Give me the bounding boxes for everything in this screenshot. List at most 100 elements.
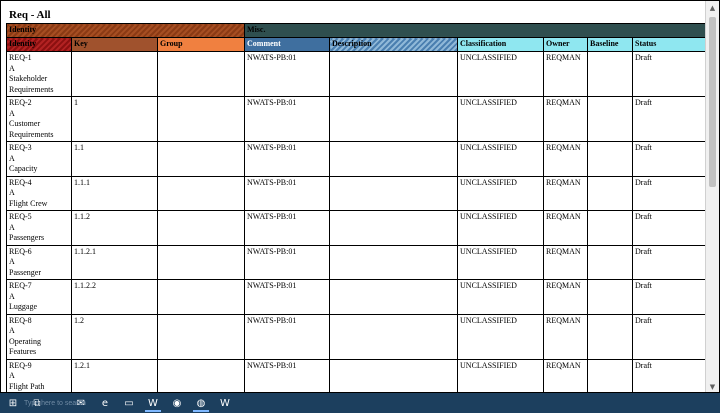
cell-owner[interactable]: REQMAN: [543, 210, 589, 246]
cell-key[interactable]: 1.2.1: [71, 358, 158, 392]
cell-baseline[interactable]: [587, 141, 634, 177]
cell-owner[interactable]: REQMAN: [543, 175, 589, 211]
media-player-icon[interactable]: ◉: [166, 394, 188, 412]
cell-group[interactable]: [156, 279, 246, 315]
cell-owner[interactable]: REQMAN: [543, 279, 589, 315]
cell-key[interactable]: 1.2: [71, 313, 158, 360]
cell-baseline[interactable]: [587, 51, 634, 97]
cell-baseline[interactable]: [587, 358, 634, 392]
cell-baseline[interactable]: [587, 175, 634, 211]
col-header-description[interactable]: Description: [329, 37, 459, 52]
cell-identity[interactable]: REQ-1 A Stakeholder Requirements: [6, 51, 72, 97]
cell-key[interactable]: 1.1.1: [71, 175, 158, 211]
col-header-identity[interactable]: Identity: [6, 37, 72, 52]
table-row[interactable]: REQ-9 A Flight Path 1.2.1 NWATS-PB:01 UNCLASS…: [6, 358, 705, 392]
cell-description[interactable]: [329, 358, 459, 392]
table-row[interactable]: REQ-3 A Capacity 1.1 NWATS-PB:01 UNCLASSIFIED…: [6, 141, 705, 177]
cell-identity[interactable]: REQ-9 A Flight Path: [6, 358, 72, 392]
cell-comment[interactable]: NWATS-PB:01: [244, 279, 331, 315]
cell-status[interactable]: Draft: [632, 175, 705, 211]
cell-identity[interactable]: REQ-8 A Operating Features: [6, 313, 72, 360]
cell-owner[interactable]: REQMAN: [543, 96, 589, 142]
cell-group[interactable]: [156, 175, 246, 211]
cell-classification[interactable]: UNCLASSIFIED: [457, 210, 545, 246]
cell-baseline[interactable]: [587, 313, 634, 360]
cell-status[interactable]: Draft: [632, 358, 705, 392]
edge-browser-icon[interactable]: e: [94, 394, 116, 412]
cell-comment[interactable]: NWATS-PB:01: [244, 358, 331, 392]
table-row[interactable]: REQ-5 A Passengers 1.1.2 NWATS-PB:01 UNCLASSI…: [6, 210, 705, 246]
firefox-icon[interactable]: ◍: [190, 394, 212, 412]
cell-comment[interactable]: NWATS-PB:01: [244, 313, 331, 360]
cell-description[interactable]: [329, 313, 459, 360]
cell-classification[interactable]: UNCLASSIFIED: [457, 175, 545, 211]
table-row[interactable]: REQ-4 A Flight Crew 1.1.1 NWATS-PB:01 UNCLASS…: [6, 175, 705, 211]
table-row[interactable]: REQ-6 A Passenger 1.1.2.1 NWATS-PB:01 UNCLASS…: [6, 244, 705, 280]
cell-group[interactable]: [156, 141, 246, 177]
table-row[interactable]: REQ-8 A Operating Features 1.2 NWATS-PB:01 UN…: [6, 313, 705, 360]
cell-description[interactable]: [329, 244, 459, 280]
scroll-down-arrow-icon[interactable]: ▼: [706, 380, 719, 392]
cell-group[interactable]: [156, 313, 246, 360]
table-row[interactable]: REQ-1 A Stakeholder Requirements NWATS-PB:0…: [6, 51, 705, 97]
cell-owner[interactable]: REQMAN: [543, 244, 589, 280]
cell-key[interactable]: [71, 51, 158, 97]
scroll-up-arrow-icon[interactable]: ▲: [706, 1, 719, 15]
cell-owner[interactable]: REQMAN: [543, 51, 589, 97]
cell-group[interactable]: [156, 210, 246, 246]
table-row[interactable]: REQ-2 A Customer Requirements 1 NWATS-PB:01 U…: [6, 96, 705, 142]
col-header-baseline[interactable]: Baseline: [587, 37, 634, 52]
cell-comment[interactable]: NWATS-PB:01: [244, 96, 331, 142]
cell-identity[interactable]: REQ-7 A Luggage: [6, 279, 72, 315]
table-row[interactable]: REQ-7 A Luggage 1.1.2.2 NWATS-PB:01 UNCLASSIF…: [6, 279, 705, 315]
cell-baseline[interactable]: [587, 279, 634, 315]
cell-classification[interactable]: UNCLASSIFIED: [457, 279, 545, 315]
terminal-icon[interactable]: ▭: [118, 394, 140, 412]
col-header-status[interactable]: Status: [632, 37, 705, 52]
col-header-comment[interactable]: Comment: [244, 37, 331, 52]
cell-description[interactable]: [329, 279, 459, 315]
cell-key[interactable]: 1.1.2: [71, 210, 158, 246]
cell-status[interactable]: Draft: [632, 141, 705, 177]
cell-status[interactable]: Draft: [632, 313, 705, 360]
cell-status[interactable]: Draft: [632, 244, 705, 280]
cell-baseline[interactable]: [587, 96, 634, 142]
cell-key[interactable]: 1.1: [71, 141, 158, 177]
cell-group[interactable]: [156, 51, 246, 97]
cell-description[interactable]: [329, 141, 459, 177]
scrollbar-thumb[interactable]: [709, 17, 716, 187]
cell-group[interactable]: [156, 244, 246, 280]
cell-status[interactable]: Draft: [632, 96, 705, 142]
cell-owner[interactable]: REQMAN: [543, 141, 589, 177]
vertical-scrollbar[interactable]: ▲ ▼: [705, 1, 719, 392]
cell-owner[interactable]: REQMAN: [543, 313, 589, 360]
cell-identity[interactable]: REQ-2 A Customer Requirements: [6, 96, 72, 142]
cell-classification[interactable]: UNCLASSIFIED: [457, 244, 545, 280]
cell-key[interactable]: 1.1.2.2: [71, 279, 158, 315]
cell-identity[interactable]: REQ-5 A Passengers: [6, 210, 72, 246]
cell-classification[interactable]: UNCLASSIFIED: [457, 96, 545, 142]
cell-classification[interactable]: UNCLASSIFIED: [457, 358, 545, 392]
cell-group[interactable]: [156, 358, 246, 392]
word-icon[interactable]: W: [142, 394, 164, 412]
cell-description[interactable]: [329, 51, 459, 97]
cell-comment[interactable]: NWATS-PB:01: [244, 51, 331, 97]
cell-status[interactable]: Draft: [632, 279, 705, 315]
cell-key[interactable]: 1: [71, 96, 158, 142]
col-header-owner[interactable]: Owner: [543, 37, 589, 52]
cell-baseline[interactable]: [587, 244, 634, 280]
cell-status[interactable]: Draft: [632, 210, 705, 246]
cell-comment[interactable]: NWATS-PB:01: [244, 141, 331, 177]
cell-comment[interactable]: NWATS-PB:01: [244, 244, 331, 280]
word-document-icon[interactable]: W: [214, 394, 236, 412]
col-header-group[interactable]: Group: [156, 37, 246, 52]
cell-description[interactable]: [329, 175, 459, 211]
cell-baseline[interactable]: [587, 210, 634, 246]
col-header-key[interactable]: Key: [71, 37, 158, 52]
cell-key[interactable]: 1.1.2.1: [71, 244, 158, 280]
cell-group[interactable]: [156, 96, 246, 142]
cell-owner[interactable]: REQMAN: [543, 358, 589, 392]
cell-status[interactable]: Draft: [632, 51, 705, 97]
cell-description[interactable]: [329, 96, 459, 142]
cell-identity[interactable]: REQ-6 A Passenger: [6, 244, 72, 280]
